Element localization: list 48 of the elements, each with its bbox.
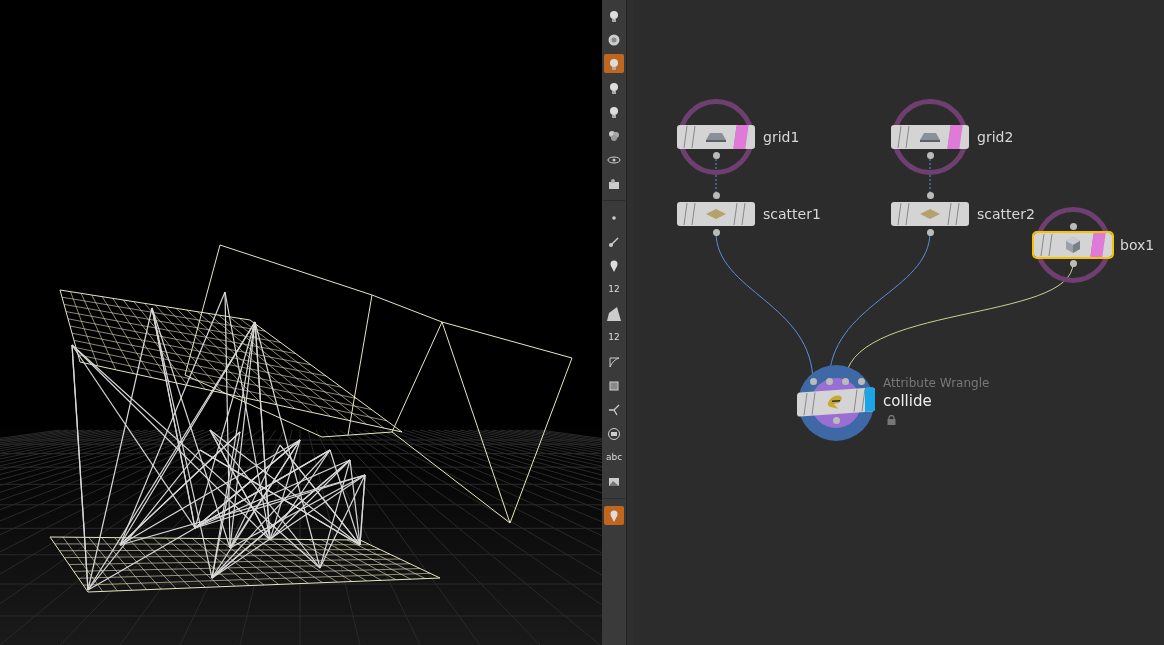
output-port[interactable]	[927, 229, 934, 236]
node[interactable]	[677, 202, 755, 226]
output-port[interactable]	[713, 229, 720, 236]
disc-icon	[607, 32, 621, 47]
brush-icon	[607, 234, 621, 249]
input-port[interactable]	[810, 378, 817, 385]
plane-icon	[705, 132, 727, 142]
bulb-icon	[607, 104, 621, 119]
input-port[interactable]	[826, 378, 833, 385]
tool-button[interactable]	[604, 304, 624, 323]
node-name: collide	[883, 394, 932, 409]
node-name: grid1	[763, 130, 800, 144]
input-port[interactable]	[842, 378, 849, 385]
node[interactable]	[891, 125, 969, 149]
input-port[interactable]	[713, 192, 720, 199]
node-name: grid2	[977, 130, 1014, 144]
node[interactable]	[677, 125, 755, 149]
tool-button[interactable]: 12	[604, 328, 624, 347]
cube-icon	[1064, 236, 1082, 254]
bulb-icon	[607, 80, 621, 95]
input-port[interactable]	[1070, 223, 1077, 230]
tool-button[interactable]: 12	[604, 280, 624, 299]
paint-icon	[607, 306, 621, 321]
plane-icon	[919, 132, 941, 142]
output-port[interactable]	[927, 152, 934, 159]
output-port[interactable]	[713, 152, 720, 159]
output-port[interactable]	[1070, 260, 1077, 267]
fork-icon	[607, 402, 621, 417]
scatter-icon	[919, 209, 941, 219]
node-name: box1	[1120, 238, 1155, 252]
input-port[interactable]	[927, 192, 934, 199]
tool-button[interactable]	[604, 506, 624, 525]
node-name: scatter1	[763, 207, 821, 221]
scatter-icon	[705, 209, 727, 219]
curve-icon	[607, 354, 621, 369]
tool-button[interactable]: abc	[604, 448, 624, 467]
tool-button[interactable]	[604, 54, 624, 73]
node[interactable]	[891, 202, 969, 226]
circle-icon	[607, 426, 621, 441]
camera-icon	[607, 176, 621, 191]
node-type-label: Attribute Wrangle	[883, 377, 990, 389]
square-icon	[607, 378, 621, 393]
bulb-icon	[607, 8, 621, 23]
spheres-icon	[607, 128, 621, 143]
bulb-icon	[607, 56, 621, 71]
node-name: scatter2	[977, 207, 1035, 221]
input-port[interactable]	[858, 378, 865, 385]
node[interactable]	[1034, 233, 1112, 257]
